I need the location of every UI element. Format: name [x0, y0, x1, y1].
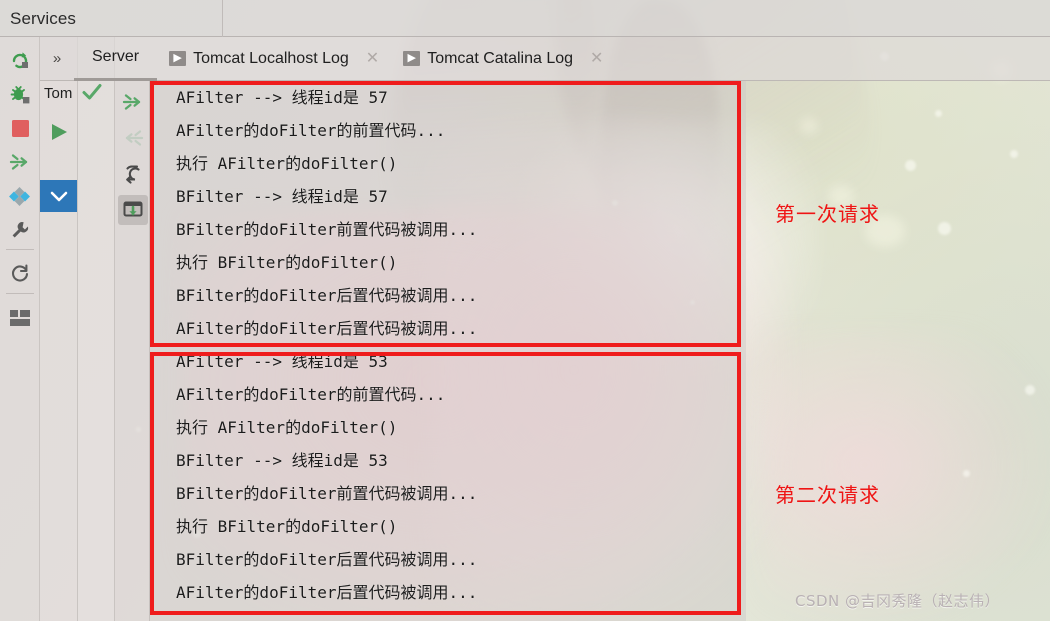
debug-icon[interactable]: [5, 79, 35, 109]
log-line: BFilter的doFilter后置代码被调用...: [176, 286, 478, 305]
watermark: CSDN @吉冈秀隆（赵志伟）: [795, 592, 1001, 610]
run-arrow-icon: ▶: [169, 51, 187, 66]
run-arrow-icon: ▶: [403, 51, 421, 66]
run-toolbar: [0, 37, 40, 621]
rerun-icon[interactable]: [5, 45, 35, 75]
tab-overflow-button[interactable]: »: [40, 50, 74, 67]
log-line: 执行 BFilter的doFilter(): [176, 253, 398, 272]
log-line: 执行 AFilter的doFilter(): [176, 418, 398, 437]
ide-services-window: Services Tom » Server ▶ Tomcat Localhost…: [0, 0, 1050, 621]
close-icon[interactable]: ✕: [590, 50, 603, 67]
window-titlebar: Services: [0, 0, 1050, 37]
annotation-label-second-request: 第二次请求: [775, 483, 880, 507]
log-line: AFilter的doFilter后置代码被调用...: [176, 319, 478, 338]
log-line: BFilter的doFilter前置代码被调用...: [176, 484, 478, 503]
toolbar-divider-2: [6, 293, 34, 294]
log-line: AFilter的doFilter的前置代码...: [176, 121, 446, 140]
log-line: BFilter --> 线程id是 57: [176, 187, 388, 206]
scroll-to-start-icon: [118, 123, 148, 153]
tab-label: Tomcat Catalina Log: [427, 49, 574, 67]
console-toolbar: [115, 81, 150, 621]
scroll-to-bottom-icon[interactable]: [118, 195, 148, 225]
close-icon[interactable]: ✕: [366, 50, 379, 67]
filter-icon[interactable]: [5, 181, 35, 211]
titlebar-divider: [222, 0, 223, 37]
page-title: Services: [10, 9, 76, 28]
services-tree-panel-secondary[interactable]: [78, 37, 115, 621]
green-check-icon: [81, 82, 103, 102]
tab-label: Server: [92, 48, 140, 65]
log-line: AFilter --> 线程id是 57: [176, 88, 388, 107]
resume-program-icon[interactable]: [5, 147, 35, 177]
log-line: 执行 AFilter的doFilter(): [176, 154, 398, 173]
log-line: BFilter的doFilter后置代码被调用...: [176, 550, 478, 569]
console-output[interactable]: AFilter --> 线程id是 57 AFilter的doFilter的前置代…: [150, 81, 746, 621]
tab-bar: » Server ▶ Tomcat Localhost Log ✕ ▶ Tomc…: [40, 37, 1050, 81]
green-play-icon[interactable]: [50, 123, 70, 141]
annotation-label-first-request: 第一次请求: [775, 202, 880, 226]
chevron-down-icon[interactable]: [40, 180, 77, 212]
tree-item-label: Tom: [44, 85, 73, 102]
log-line: AFilter的doFilter的前置代码...: [176, 385, 446, 404]
settings-wrench-icon[interactable]: [5, 215, 35, 245]
layout-icon[interactable]: [5, 303, 35, 333]
scroll-to-end-icon[interactable]: [118, 87, 148, 117]
log-line: AFilter的doFilter后置代码被调用...: [176, 583, 478, 602]
services-tree-panel[interactable]: Tom: [40, 37, 78, 621]
toolbar-divider: [6, 249, 34, 250]
tab-tomcat-catalina-log[interactable]: ▶ Tomcat Catalina Log ✕: [391, 37, 615, 81]
stop-icon[interactable]: [5, 113, 35, 143]
tree-item-tomcat[interactable]: Tom: [44, 85, 72, 102]
log-line: BFilter --> 线程id是 53: [176, 451, 388, 470]
tab-label: Tomcat Localhost Log: [193, 49, 349, 67]
tab-tomcat-localhost-log[interactable]: ▶ Tomcat Localhost Log ✕: [157, 37, 391, 81]
log-line: 执行 BFilter的doFilter(): [176, 517, 398, 536]
tab-server[interactable]: Server: [74, 37, 158, 81]
log-line: BFilter的doFilter前置代码被调用...: [176, 220, 478, 239]
restart-icon[interactable]: [5, 259, 35, 289]
soft-wrap-icon[interactable]: [118, 159, 148, 189]
log-line: AFilter --> 线程id是 53: [176, 352, 388, 371]
